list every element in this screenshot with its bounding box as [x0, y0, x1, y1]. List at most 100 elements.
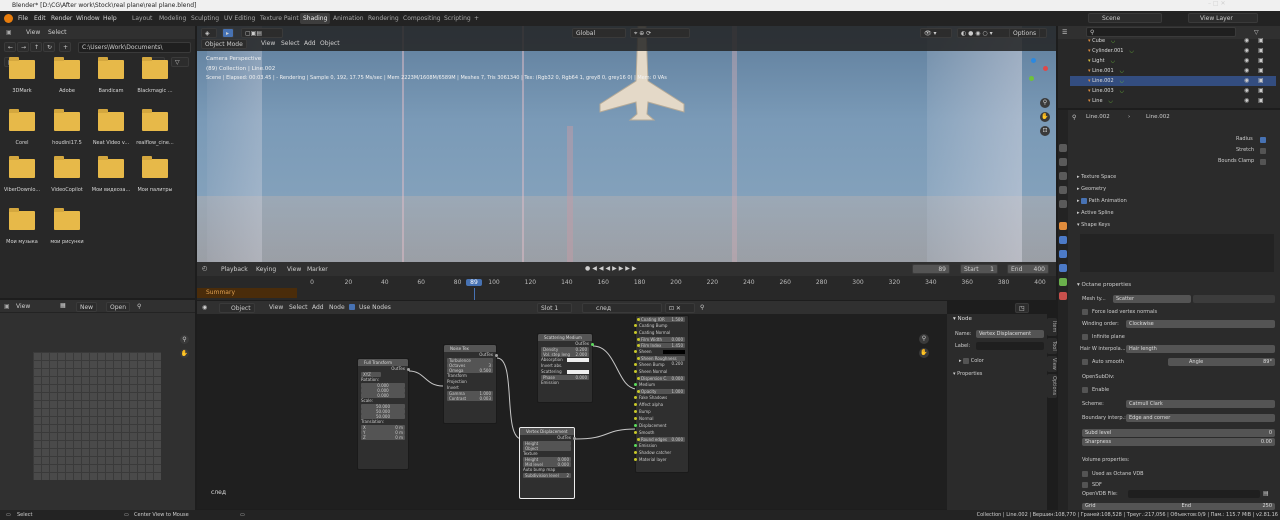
section-path-animation[interactable]: ▸ Path Animation: [1077, 196, 1127, 206]
playhead-frame-label[interactable]: 89: [465, 279, 482, 286]
camera-icon[interactable]: ▣: [1258, 37, 1264, 44]
material-input-row[interactable]: Smooth: [634, 430, 688, 436]
material-input-row[interactable]: Sheen Bump: [634, 362, 688, 368]
tab-compositing[interactable]: Compositing: [400, 13, 444, 24]
input-socket[interactable]: [634, 383, 637, 386]
sharpness-field[interactable]: Sharpness 0.00: [1082, 438, 1275, 446]
viewport-select-menu[interactable]: Select: [281, 40, 300, 47]
material-input-row[interactable]: Medium: [634, 382, 688, 388]
scheme-dropdown[interactable]: Catmull Clark: [1126, 400, 1275, 408]
outliner-item[interactable]: ▾ Line.001 ◡: [1088, 66, 1278, 76]
folder-icon[interactable]: [142, 57, 168, 79]
output-socket[interactable]: [573, 437, 576, 440]
output-tab-icon[interactable]: [1059, 172, 1067, 180]
viewport-add-menu[interactable]: Add: [304, 40, 316, 47]
material-input-row[interactable]: Displacement: [634, 423, 688, 429]
translation-z-field[interactable]: Z 0 m: [361, 435, 405, 440]
pan-hand-icon[interactable]: ✋: [180, 349, 189, 358]
tab-item[interactable]: Item: [1047, 318, 1057, 336]
hair-interp-dropdown[interactable]: Hair length: [1126, 345, 1275, 353]
timeline-ruler[interactable]: 0 20 40 60 80 89 100 120 140 160 180 200 220 240 260 28…: [304, 276, 1053, 300]
refresh-icon[interactable]: ↻: [43, 42, 55, 52]
input-socket[interactable]: [637, 318, 640, 321]
eye-icon[interactable]: ◉: [1244, 77, 1249, 84]
render-tab-icon[interactable]: [1059, 158, 1067, 166]
outliner-item[interactable]: ▾ Cube ◡: [1088, 36, 1278, 46]
camera-icon[interactable]: ▣: [1258, 57, 1264, 64]
subdivision-field[interactable]: Subdivision level 2: [523, 473, 571, 478]
path-animation-checkbox[interactable]: [1081, 197, 1088, 204]
material-input-row[interactable]: Shadow catcher: [634, 450, 688, 456]
folder-icon[interactable]: [98, 57, 124, 79]
tab-rendering[interactable]: Rendering: [365, 13, 402, 24]
folder-icon[interactable]: [142, 156, 168, 178]
input-socket[interactable]: [637, 344, 640, 347]
outliner-item[interactable]: ▾ Cylinder.001 ◡: [1088, 46, 1278, 56]
ne-toggle-icon[interactable]: ◳: [1015, 303, 1029, 313]
mesh-type-extra-field[interactable]: [1193, 295, 1275, 303]
tool-tab-icon[interactable]: [1059, 144, 1067, 152]
eye-icon[interactable]: ◉: [1244, 67, 1249, 74]
image-browse-icon[interactable]: ▦: [60, 302, 66, 309]
folder-icon[interactable]: [98, 156, 124, 178]
stretch-checkbox[interactable]: [1260, 148, 1266, 154]
tab-animation[interactable]: Animation: [330, 13, 367, 24]
tab-texture-paint[interactable]: Texture Paint: [257, 13, 302, 24]
input-socket[interactable]: [634, 417, 637, 420]
viewport-zoom-icon[interactable]: ⚲: [1040, 98, 1050, 108]
visibility-icon[interactable]: 👁 ▾: [920, 28, 952, 38]
fb-path-field[interactable]: C:\Users\Work\Documents\: [78, 42, 191, 53]
folder-icon[interactable]: [9, 57, 35, 79]
tab-tool[interactable]: Tool: [1047, 338, 1057, 354]
editor-type-icon[interactable]: ▣: [6, 29, 12, 36]
menu-edit[interactable]: Edit: [34, 11, 46, 26]
timeline-keying-menu[interactable]: Keying: [256, 266, 276, 273]
node-editor[interactable]: ◉ Object View Select Add Node Use Nodes …: [197, 301, 1029, 509]
enable-subdiv-checkbox[interactable]: [1082, 387, 1088, 393]
input-socket[interactable]: [634, 363, 637, 366]
file-browse-icon[interactable]: ▤: [1263, 490, 1269, 497]
forward-arrow-icon[interactable]: →: [17, 42, 29, 52]
force-normals-checkbox[interactable]: [1082, 309, 1088, 315]
input-socket[interactable]: [634, 410, 637, 413]
physics-tab-icon[interactable]: [1059, 264, 1067, 272]
tab-scripting[interactable]: Scripting: [441, 13, 474, 24]
section-active-spline[interactable]: ▸ Active Spline: [1077, 208, 1114, 218]
new-folder-icon[interactable]: +: [59, 42, 71, 52]
folder-icon[interactable]: [142, 109, 168, 131]
back-arrow-icon[interactable]: ←: [4, 42, 16, 52]
minimize-icon[interactable]: –: [1208, 0, 1211, 7]
node-name-field[interactable]: Vertex Displacement: [976, 330, 1044, 338]
node-color-toggle[interactable]: ▸ Color: [959, 356, 984, 366]
tab-view[interactable]: View: [1047, 356, 1057, 372]
parent-dir-icon[interactable]: ↑: [30, 42, 42, 52]
folder-icon[interactable]: [54, 156, 80, 178]
input-socket[interactable]: [637, 377, 640, 380]
camera-icon[interactable]: ▣: [1258, 87, 1264, 94]
material-input-row[interactable]: Film Index 1.450: [637, 343, 685, 348]
outliner-type-icon[interactable]: ☰: [1062, 29, 1067, 36]
modifier-tab-icon[interactable]: [1059, 236, 1067, 244]
scene-tab-icon[interactable]: [1059, 200, 1067, 208]
data-tab-icon[interactable]: [1059, 278, 1067, 286]
eye-icon[interactable]: ◉: [1244, 57, 1249, 64]
eye-icon[interactable]: ◉: [1244, 87, 1249, 94]
fb-view-menu[interactable]: View: [26, 29, 40, 36]
timeline-editor-icon[interactable]: ◴: [202, 265, 207, 272]
color-checkbox[interactable]: [963, 357, 970, 364]
input-socket[interactable]: [634, 331, 637, 334]
menu-help[interactable]: Help: [103, 11, 117, 26]
input-socket[interactable]: [637, 357, 640, 360]
winding-dropdown[interactable]: Clockwise: [1126, 320, 1275, 328]
material-input-row[interactable]: Fake Shadows: [634, 395, 688, 401]
mesh-type-dropdown[interactable]: Scatter: [1113, 295, 1191, 303]
contrast-field[interactable]: Contrast 0.003: [447, 396, 493, 401]
gizmo-z-axis-icon[interactable]: [1031, 58, 1036, 63]
image-editor-type-icon[interactable]: ▣: [4, 303, 10, 310]
section-texture-space[interactable]: ▸ Texture Space: [1077, 172, 1116, 182]
material-input-row[interactable]: Coating Bump: [634, 323, 688, 329]
eye-icon[interactable]: ◉: [1244, 37, 1249, 44]
folder-icon[interactable]: [9, 156, 35, 178]
sdf-checkbox[interactable]: [1082, 482, 1088, 488]
folder-icon[interactable]: [98, 109, 124, 131]
